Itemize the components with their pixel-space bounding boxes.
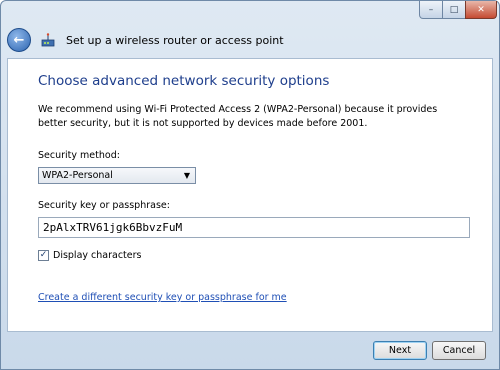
next-button[interactable]: Next <box>373 341 427 360</box>
wizard-footer: Next Cancel <box>1 332 499 370</box>
network-setup-icon <box>40 32 56 48</box>
security-method-value: WPA2-Personal <box>42 170 113 181</box>
back-arrow-icon: ← <box>13 32 25 48</box>
title-bar: – □ ✕ <box>1 1 499 21</box>
display-characters-label: Display characters <box>53 250 142 261</box>
wizard-window: – □ ✕ ← Set up a wireless router or acce… <box>0 0 500 370</box>
description-text: We recommend using Wi-Fi Protected Acces… <box>38 104 438 129</box>
maximize-button[interactable]: □ <box>442 1 466 19</box>
security-method-dropdown[interactable]: WPA2-Personal ▼ <box>38 167 196 184</box>
wizard-content: Choose advanced network security options… <box>7 58 493 332</box>
security-method-label: Security method: <box>38 150 120 161</box>
security-key-input[interactable]: 2pAlxTRV61jgk6BbvzFuM <box>38 217 470 238</box>
cancel-button[interactable]: Cancel <box>432 341 486 360</box>
security-key-label: Security key or passphrase: <box>38 200 170 211</box>
back-button[interactable]: ← <box>7 28 31 52</box>
navigation-bar: ← Set up a wireless router or access poi… <box>7 27 493 53</box>
display-characters-checkbox[interactable]: ✓ <box>38 250 49 261</box>
page-heading: Choose advanced network security options <box>38 73 330 89</box>
minimize-button[interactable]: – <box>419 1 443 19</box>
create-different-key-link[interactable]: Create a different security key or passp… <box>38 292 287 303</box>
chevron-down-icon: ▼ <box>183 171 190 180</box>
close-button[interactable]: ✕ <box>465 1 497 19</box>
wizard-title: Set up a wireless router or access point <box>66 33 284 47</box>
display-characters-option[interactable]: ✓ Display characters <box>38 250 141 261</box>
